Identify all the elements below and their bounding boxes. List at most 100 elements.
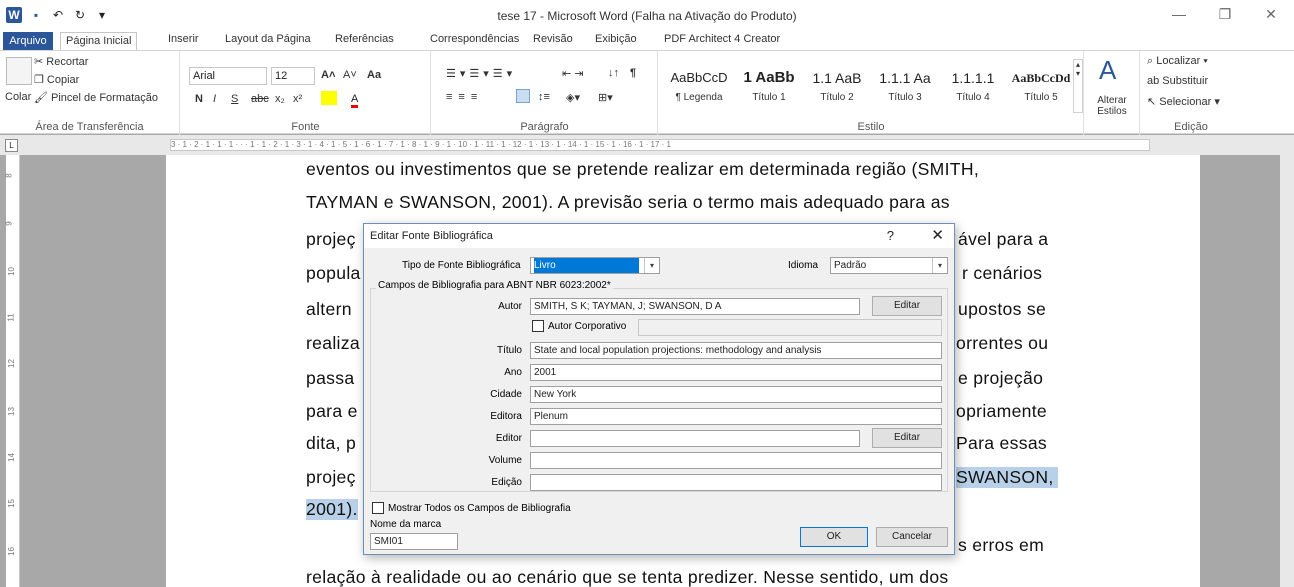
editor-edit-button[interactable]: Editar (872, 428, 942, 448)
tab-insert[interactable]: Inserir (168, 33, 199, 45)
font-color-button[interactable]: A (351, 93, 359, 108)
tab-references[interactable]: Referências (335, 33, 394, 45)
find-label: Localizar (1156, 55, 1201, 67)
style-legenda[interactable]: AaBbCcD ¶ Legenda (667, 67, 731, 113)
horizontal-ruler[interactable]: 3 · 1 · 2 · 1 · 1 · 1 · · · 1 · 1 · 2 · … (170, 139, 1150, 151)
tab-selector[interactable]: L (5, 139, 18, 152)
publisher-field[interactable]: Plenum (530, 408, 942, 425)
change-styles-button[interactable]: Alterar Estilos (1087, 95, 1137, 117)
sort-icon[interactable]: ↓↑ (608, 67, 619, 79)
strikethrough-button[interactable]: abc (251, 93, 269, 105)
font-size-combo[interactable]: 12 (271, 67, 315, 85)
title-field[interactable]: State and local population projections: … (530, 342, 942, 359)
style-sample: 1.1 AaB (812, 70, 862, 86)
document-line: passa (306, 368, 355, 388)
shrink-font-button[interactable]: A˅ (343, 69, 357, 81)
style-name: ¶ Legenda (675, 92, 723, 103)
line-spacing-icon[interactable]: ↕≡ (538, 91, 550, 103)
style-name: Título 1 (752, 92, 786, 103)
highlight-icon[interactable] (321, 91, 337, 105)
ribbon: Colar ✂ Recortar ❐ Copiar 🖌 Pincel de Fo… (0, 50, 1294, 135)
style-titulo-2[interactable]: 1.1 AaB Título 2 (805, 67, 869, 113)
italic-button[interactable]: I (213, 93, 216, 105)
document-line: 2001). (306, 499, 358, 520)
tag-name-field[interactable]: SMI01 (370, 533, 458, 550)
format-painter-button[interactable]: 🖌 Pincel de Formatação (34, 91, 158, 104)
editor-field[interactable] (530, 430, 860, 447)
author-edit-button[interactable]: Editar (872, 296, 942, 316)
tab-pdf-architect[interactable]: PDF Architect 4 Creator (664, 33, 780, 45)
indent-icon[interactable]: ⇤ ⇥ (562, 67, 584, 80)
underline-button[interactable]: S (231, 93, 238, 105)
window-controls: — ❐ ✕ (1156, 6, 1294, 23)
volume-field[interactable] (530, 452, 942, 469)
dialog-close-button[interactable]: ✕ (931, 226, 944, 244)
change-styles-icon[interactable]: A (1099, 55, 1116, 86)
replace-button[interactable]: ab Substituir (1147, 75, 1208, 87)
find-button[interactable]: ⌕ Localizar ▾ (1147, 55, 1208, 68)
document-line: para e (306, 401, 358, 421)
font-group: Arial 12 A˄ A˅ Aa N I S abc x₂ x² A Font… (181, 51, 431, 135)
shading-icon[interactable]: ◈▾ (566, 91, 580, 104)
change-case-button[interactable]: Aa (367, 69, 381, 81)
styles-scroll[interactable]: ▴ ▾ (1073, 59, 1083, 113)
align-icons[interactable]: ≡≡≡ (446, 91, 483, 103)
bullets-icon[interactable]: ☰▾☰▾☰▾ (446, 67, 516, 80)
justify-icon[interactable] (516, 89, 530, 103)
vertical-ruler[interactable]: 8 9 10 11 12 13 14 15 16 (5, 155, 20, 587)
paste-icon[interactable] (6, 57, 32, 85)
style-titulo-3[interactable]: 1.1.1 Aa Título 3 (873, 67, 937, 113)
language-select[interactable]: Padrão ▾ (830, 257, 948, 274)
year-label: Ano (504, 367, 522, 378)
author-field[interactable]: SMITH, S K; TAYMAN, J; SWANSON, D A (530, 298, 860, 315)
vruler-mark: 12 (6, 359, 16, 368)
ruler-bar: 3 · 1 · 2 · 1 · 1 · 1 · · · 1 · 1 · 2 · … (0, 135, 1294, 155)
vruler-mark: 16 (6, 547, 16, 556)
cut-button[interactable]: ✂ Recortar (34, 55, 88, 68)
city-field[interactable]: New York (530, 386, 942, 403)
language-label: Idioma (788, 260, 819, 271)
style-sample: 1.1.1 Aa (879, 70, 931, 86)
font-name-combo[interactable]: Arial (189, 67, 267, 85)
subscript-button[interactable]: x₂ (275, 93, 285, 105)
grow-font-button[interactable]: A˄ (321, 69, 335, 81)
style-titulo-5[interactable]: AaBbCcDd Título 5 (1009, 67, 1073, 113)
tab-home[interactable]: Página Inicial (60, 32, 138, 50)
show-all-fields-checkbox[interactable] (372, 502, 384, 514)
year-field[interactable]: 2001 (530, 364, 942, 381)
borders-icon[interactable]: ⊞▾ (598, 91, 613, 104)
edition-label: Edição (491, 477, 522, 488)
tab-page-layout[interactable]: Layout da Página (225, 33, 311, 45)
tab-view[interactable]: Exibição (595, 33, 637, 45)
pilcrow-button[interactable]: ¶ (630, 67, 636, 79)
paste-button[interactable]: Colar (5, 91, 31, 103)
restore-button[interactable]: ❐ (1202, 6, 1248, 23)
tab-mailings[interactable]: Correspondências (430, 33, 519, 45)
help-button[interactable]: ? (887, 228, 894, 243)
bold-button[interactable]: N (195, 93, 203, 105)
close-button[interactable]: ✕ (1248, 6, 1294, 23)
style-titulo-4[interactable]: 1.1.1.1 Título 4 (941, 67, 1005, 113)
tab-review[interactable]: Revisão (533, 33, 573, 45)
cancel-button[interactable]: Cancelar (876, 527, 948, 547)
source-type-select[interactable]: Livro ▾ (530, 257, 660, 274)
vertical-scrollbar[interactable] (1280, 135, 1294, 587)
copy-button[interactable]: ❐ Copiar (34, 73, 79, 86)
clipboard-group-label: Área de Transferência (35, 121, 144, 133)
minimize-button[interactable]: — (1156, 6, 1202, 23)
ok-button[interactable]: OK (800, 527, 868, 547)
superscript-button[interactable]: x² (293, 93, 302, 105)
corporate-author-label: Autor Corporativo (548, 321, 627, 332)
edition-field[interactable] (530, 474, 942, 491)
select-button[interactable]: ↖ Selecionar ▾ (1147, 95, 1220, 108)
replace-icon: ab (1147, 75, 1163, 87)
corporate-author-field[interactable] (638, 319, 942, 336)
corporate-author-checkbox[interactable] (532, 320, 544, 332)
title-label: Título (496, 345, 522, 356)
document-fragment: e projeção (958, 368, 1044, 388)
document-fragment: upostos se (958, 299, 1047, 319)
style-titulo-1[interactable]: 1 AaBb Título 1 (737, 67, 801, 113)
brush-icon: 🖌 (34, 92, 52, 104)
document-line: relação à realidade ou ao cenário que se… (306, 567, 949, 587)
tab-file[interactable]: Arquivo (3, 32, 53, 50)
